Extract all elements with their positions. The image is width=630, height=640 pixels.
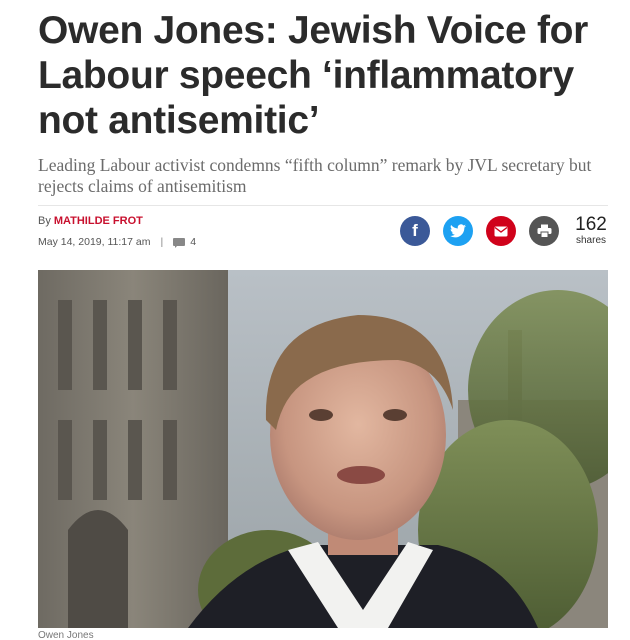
- facebook-share-button[interactable]: f: [400, 216, 430, 246]
- comment-icon[interactable]: [173, 237, 186, 248]
- comment-count[interactable]: 4: [190, 236, 196, 248]
- article-meta: May 14, 2019, 11:17 am | 4: [38, 236, 196, 248]
- divider: [38, 205, 608, 206]
- print-icon: [537, 224, 551, 238]
- share-count-label: shares: [575, 235, 606, 246]
- email-icon: [494, 226, 508, 236]
- share-count: 162: [575, 214, 607, 235]
- author-link[interactable]: MATHILDE FROT: [54, 215, 143, 227]
- article-photo[interactable]: [38, 270, 608, 628]
- print-button[interactable]: [529, 216, 559, 246]
- twitter-share-button[interactable]: [443, 216, 473, 246]
- article-photo-illustration: [38, 270, 608, 628]
- byline: By MATHILDE FROT: [38, 215, 143, 227]
- byline-prefix: By: [38, 215, 51, 227]
- share-buttons: f: [400, 215, 572, 247]
- article-page: Owen Jones: Jewish Voice for Labour spee…: [0, 0, 630, 640]
- meta-separator: |: [160, 236, 164, 248]
- article-subhead: Leading Labour activist condemns “fifth …: [38, 155, 592, 196]
- image-caption: Owen Jones: [38, 630, 94, 640]
- share-counter: 162 shares: [570, 215, 612, 247]
- article-headline: Owen Jones: Jewish Voice for Labour spee…: [38, 9, 589, 142]
- publish-date: May 14, 2019, 11:17 am: [38, 236, 151, 248]
- twitter-icon: [450, 224, 466, 238]
- facebook-icon: f: [412, 221, 418, 240]
- email-share-button[interactable]: [486, 216, 516, 246]
